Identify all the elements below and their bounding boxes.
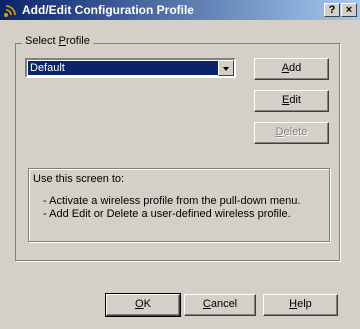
cancel-button[interactable]: Cancel bbox=[184, 294, 256, 316]
ok-button[interactable]: OK bbox=[105, 293, 181, 317]
info-item: - Add Edit or Delete a user-defined wire… bbox=[43, 208, 291, 220]
window-title: Add/Edit Configuration Profile bbox=[22, 3, 194, 17]
help-button[interactable]: Help bbox=[263, 294, 338, 316]
profile-dropdown[interactable]: Default bbox=[25, 58, 236, 78]
close-button[interactable]: × bbox=[341, 3, 357, 17]
info-panel: Use this screen to: - Activate a wireles… bbox=[28, 168, 330, 242]
title-bar[interactable]: Add/Edit Configuration Profile ? × bbox=[0, 0, 360, 20]
profile-dropdown-value: Default bbox=[28, 61, 218, 75]
info-heading: Use this screen to: bbox=[33, 173, 125, 185]
chevron-down-icon[interactable] bbox=[218, 60, 234, 76]
add-button[interactable]: Add bbox=[254, 58, 329, 80]
delete-button[interactable]: Delete bbox=[254, 122, 329, 144]
info-item: - Activate a wireless profile from the p… bbox=[43, 195, 301, 207]
help-title-button[interactable]: ? bbox=[324, 3, 340, 17]
edit-button[interactable]: Edit bbox=[254, 90, 329, 112]
wireless-icon bbox=[4, 5, 16, 17]
dialog-window: Add/Edit Configuration Profile ? × Selec… bbox=[0, 0, 360, 329]
select-profile-label: Select Profile bbox=[22, 35, 93, 47]
